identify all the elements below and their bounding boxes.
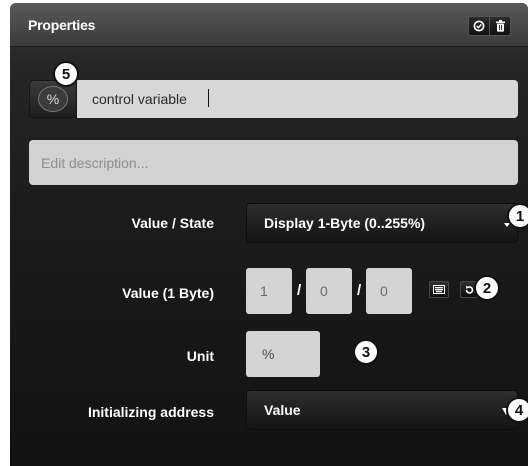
- callout-4: 4: [506, 397, 528, 423]
- confirm-button[interactable]: [468, 16, 490, 36]
- callout-1: 1: [507, 203, 528, 229]
- value-state-selected: Display 1-Byte (0..255%): [264, 215, 426, 231]
- keyboard-icon: [433, 285, 445, 294]
- initializing-address-label: Initializing address: [87, 404, 214, 420]
- panel-header: Properties: [10, 3, 528, 47]
- refresh-icon: [465, 285, 473, 294]
- display-mode-button[interactable]: [429, 281, 449, 298]
- value-state-label: Value / State: [131, 215, 214, 231]
- callout-2: 2: [474, 275, 500, 301]
- byte-separator: /: [297, 282, 302, 299]
- value-1byte-label: Value (1 Byte): [122, 285, 214, 301]
- byte-separator: /: [357, 282, 362, 299]
- unit-input[interactable]: %: [246, 331, 320, 377]
- name-input[interactable]: [77, 80, 518, 118]
- unit-label: Unit: [186, 348, 214, 364]
- value-state-select[interactable]: Display 1-Byte (0..255%): [246, 203, 518, 243]
- properties-panel: Properties % Value / State Display 1-Byt…: [10, 3, 528, 466]
- initializing-address-select[interactable]: Value: [246, 390, 518, 430]
- callout-5: 5: [53, 61, 79, 87]
- check-circle-icon: [473, 20, 485, 32]
- initializing-address-selected: Value: [264, 402, 301, 418]
- byte-field-3[interactable]: 0: [366, 268, 412, 314]
- byte-field-1[interactable]: 1: [246, 268, 292, 314]
- panel-title: Properties: [28, 17, 96, 33]
- text-caret: [208, 89, 209, 107]
- description-input[interactable]: [29, 140, 518, 185]
- byte-field-2[interactable]: 0: [306, 268, 352, 314]
- callout-3: 3: [353, 339, 379, 365]
- percent-icon: %: [38, 86, 68, 112]
- trash-icon: [495, 20, 505, 32]
- delete-button[interactable]: [489, 16, 511, 36]
